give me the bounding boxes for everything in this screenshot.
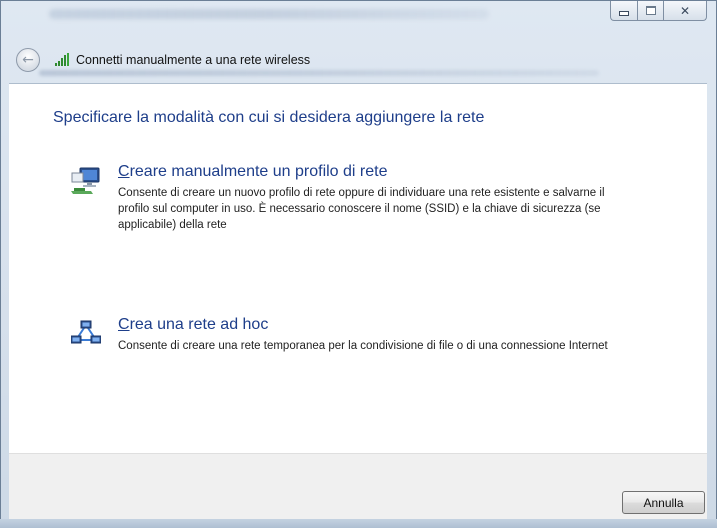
back-arrow-icon: ←	[22, 52, 34, 68]
maximize-button[interactable]	[637, 1, 663, 21]
option-title-text: rea una rete ad hoc	[129, 316, 269, 333]
window-controls: ✕	[610, 1, 707, 22]
wizard-title-bar: Connetti manualmente a una rete wireless	[55, 50, 310, 70]
wireless-signal-icon	[55, 53, 71, 67]
window-caption	[49, 9, 489, 19]
content-panel	[9, 83, 707, 454]
accelerator-key: C	[118, 163, 130, 180]
footer-bar	[9, 453, 707, 520]
adhoc-network-icon	[71, 320, 101, 344]
accelerator-key: C	[118, 316, 130, 333]
network-profile-icon	[71, 167, 100, 194]
page-heading: Specificare la modalità con cui si desid…	[53, 109, 485, 126]
blurred-breadcrumb	[39, 70, 599, 76]
option-adhoc-title[interactable]: Crea una rete ad hoc	[118, 316, 268, 334]
wizard-title: Connetti manualmente a una rete wireless	[76, 53, 311, 67]
maximize-icon	[645, 6, 656, 15]
option-manual-profile-description: Consente di creare un nuovo profilo di r…	[118, 187, 605, 231]
close-button[interactable]: ✕	[663, 1, 707, 21]
option-adhoc-description: Consente di creare una rete temporanea p…	[118, 340, 608, 352]
back-button[interactable]: ←	[16, 48, 40, 72]
cancel-button[interactable]: Annulla	[622, 491, 705, 514]
minimize-icon	[619, 11, 629, 16]
close-icon: ✕	[679, 3, 691, 18]
minimize-button[interactable]	[610, 1, 637, 21]
window-bottom-border	[0, 519, 717, 528]
option-manual-profile-title[interactable]: Creare manualmente un profilo di rete	[118, 163, 387, 181]
option-title-text: reare manualmente un profilo di rete	[129, 163, 388, 180]
